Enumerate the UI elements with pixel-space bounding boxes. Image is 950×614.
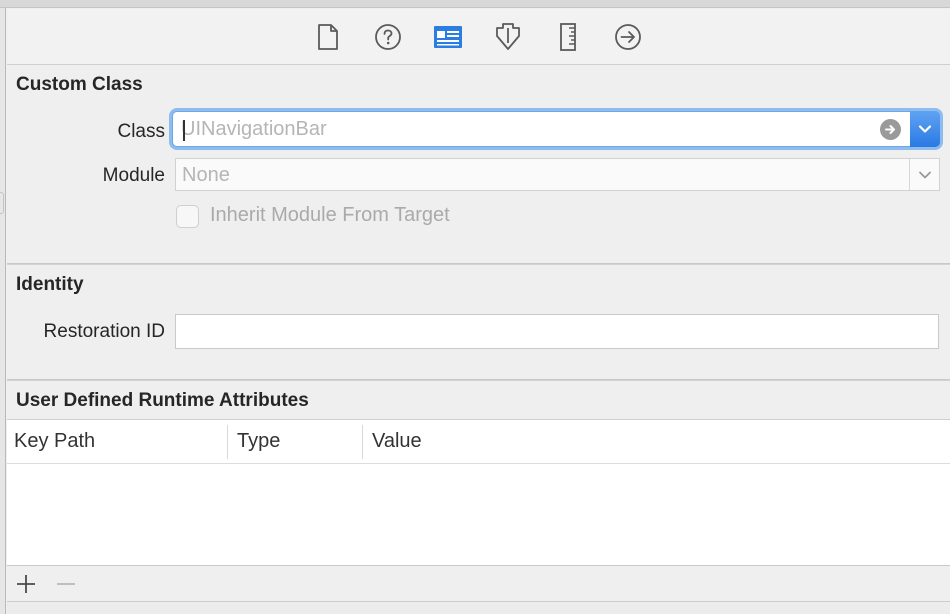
custom-class-heading: Custom Class	[16, 74, 143, 95]
size-inspector-icon	[560, 23, 576, 51]
identity-heading: Identity	[16, 274, 84, 295]
column-divider[interactable]	[362, 425, 363, 459]
class-label: Class	[117, 121, 165, 142]
class-input[interactable]	[181, 116, 871, 142]
arrow-right-icon	[885, 125, 895, 134]
identity-inspector-button[interactable]	[432, 21, 464, 53]
file-icon	[318, 24, 338, 50]
inherit-module-checkbox[interactable]	[176, 205, 199, 228]
section-divider	[7, 379, 950, 381]
add-attribute-button[interactable]	[12, 571, 40, 597]
split-view-handle[interactable]	[0, 192, 4, 214]
split-view-divider[interactable]	[0, 8, 6, 614]
connections-inspector-icon	[615, 24, 641, 50]
window-top-edge	[0, 0, 950, 8]
module-label: Module	[102, 165, 165, 186]
class-combobox[interactable]	[172, 111, 940, 147]
attributes-inspector-button[interactable]	[492, 21, 524, 53]
text-cursor	[183, 120, 185, 141]
minus-icon	[57, 583, 75, 585]
table-header: Key Path Type Value	[7, 420, 950, 464]
column-header-key-path[interactable]: Key Path	[14, 420, 95, 464]
class-dropdown-button[interactable]	[910, 111, 940, 147]
column-header-value[interactable]: Value	[372, 420, 422, 464]
attributes-inspector-icon	[496, 23, 520, 50]
restoration-id-field[interactable]	[175, 314, 939, 349]
plus-icon	[17, 575, 35, 593]
inherit-module-label: Inherit Module From Target	[210, 204, 450, 226]
module-combobox[interactable]	[175, 158, 940, 191]
table-actions-bar	[7, 565, 950, 601]
chevron-down-icon	[918, 125, 932, 133]
column-divider[interactable]	[227, 425, 228, 459]
module-dropdown-button[interactable]	[909, 159, 939, 190]
runtime-attributes-heading: User Defined Runtime Attributes	[16, 390, 309, 411]
remove-attribute-button[interactable]	[52, 571, 80, 597]
help-icon	[375, 24, 401, 50]
inspector-toolbar	[7, 9, 950, 65]
column-header-type[interactable]: Type	[237, 420, 280, 464]
file-inspector-button[interactable]	[312, 21, 344, 53]
size-inspector-button[interactable]	[552, 21, 584, 53]
runtime-attributes-table: Key Path Type Value	[7, 419, 950, 565]
panel-bottom-edge	[7, 601, 950, 614]
go-to-class-button[interactable]	[880, 119, 901, 140]
identity-inspector-icon	[434, 26, 462, 48]
section-divider	[7, 263, 950, 265]
chevron-down-icon	[918, 171, 931, 178]
connections-inspector-button[interactable]	[612, 21, 644, 53]
restoration-id-label: Restoration ID	[43, 321, 165, 342]
restoration-id-input[interactable]	[176, 315, 938, 348]
help-inspector-button[interactable]	[372, 21, 404, 53]
module-input[interactable]	[182, 162, 882, 188]
